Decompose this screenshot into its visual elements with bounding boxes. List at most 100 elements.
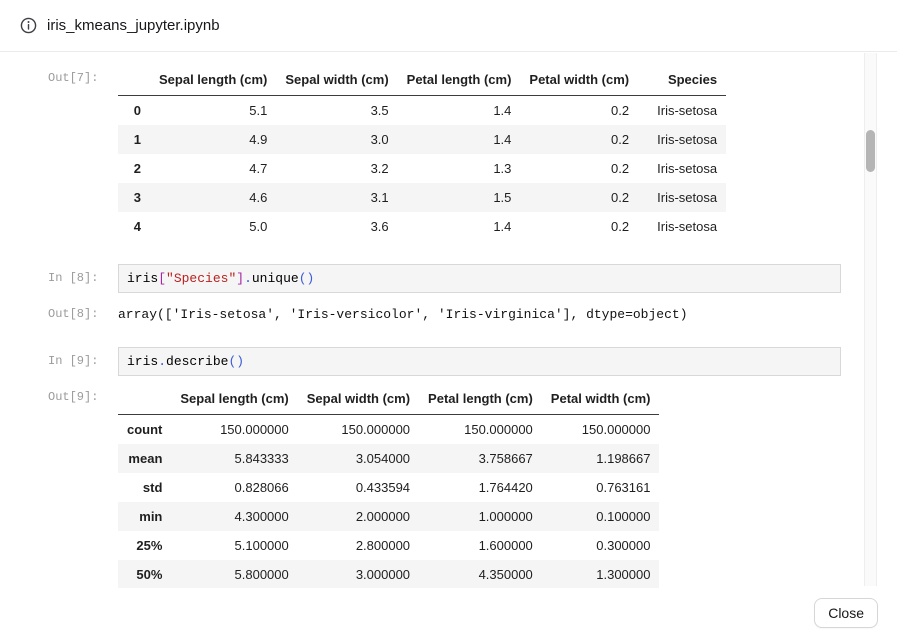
table-cell: 3.000000 <box>298 560 419 588</box>
code-token: . <box>244 271 252 286</box>
out8-prompt: Out[8]: <box>48 300 118 321</box>
row-index: 4 <box>118 212 150 241</box>
table-cell: 0.763161 <box>542 473 660 502</box>
table-cell: 3.2 <box>276 154 397 183</box>
row-index: 2 <box>118 154 150 183</box>
table-cell: 1.5 <box>398 183 521 212</box>
in8-content: iris["Species"].unique() <box>118 264 897 293</box>
column-header: Sepal length (cm) <box>150 64 276 96</box>
code-token: iris <box>127 354 158 369</box>
table-cell: 5.843333 <box>171 444 297 473</box>
table-cell: 4.350000 <box>419 560 542 588</box>
table-cell: 0.2 <box>520 183 638 212</box>
table-cell: 150.000000 <box>419 415 542 445</box>
out8-content: array(['Iris-setosa', 'Iris-versicolor',… <box>118 300 897 322</box>
table-cell: 1.4 <box>398 96 521 126</box>
table-cell: 150.000000 <box>542 415 660 445</box>
table-row: 14.93.01.40.2Iris-setosa <box>118 125 726 154</box>
row-index: 25% <box>118 531 171 560</box>
table-cell: 3.1 <box>276 183 397 212</box>
table-cell: 1.4 <box>398 125 521 154</box>
table-cell: 0.2 <box>520 96 638 126</box>
out8-cell: Out[8]:array(['Iris-setosa', 'Iris-versi… <box>48 300 897 322</box>
table-header-row: Sepal length (cm)Sepal width (cm)Petal l… <box>118 64 726 96</box>
code-token: [ <box>158 271 166 286</box>
code-token: iris <box>127 271 158 286</box>
close-button[interactable]: Close <box>814 598 878 628</box>
column-header: Petal width (cm) <box>520 64 638 96</box>
table-row: count150.000000150.000000150.000000150.0… <box>118 415 659 445</box>
code-token: unique <box>252 271 299 286</box>
table-cell: 3.054000 <box>298 444 419 473</box>
row-index: std <box>118 473 171 502</box>
table-cell: 4.300000 <box>171 502 297 531</box>
table-cell: 2.800000 <box>298 531 419 560</box>
table-cell: Iris-setosa <box>638 183 726 212</box>
table-cell: 0.433594 <box>298 473 419 502</box>
code-token: ] <box>236 271 244 286</box>
table-cell: Iris-setosa <box>638 125 726 154</box>
table-row: 24.73.21.30.2Iris-setosa <box>118 154 726 183</box>
out9-prompt: Out[9]: <box>48 383 118 404</box>
column-header: Sepal width (cm) <box>298 383 419 415</box>
table-cell: 1.600000 <box>419 531 542 560</box>
code-token: ( <box>299 271 307 286</box>
table-row: 34.63.11.50.2Iris-setosa <box>118 183 726 212</box>
notebook-preview: Out[7]:Sepal length (cm)Sepal width (cm)… <box>0 53 897 588</box>
table-row: 50%5.8000003.0000004.3500001.300000 <box>118 560 659 588</box>
notebook-cells: Out[7]:Sepal length (cm)Sepal width (cm)… <box>48 64 897 588</box>
table-cell: 0.300000 <box>542 531 660 560</box>
table-cell: 150.000000 <box>298 415 419 445</box>
dialog-header: iris_kmeans_jupyter.ipynb <box>0 0 897 52</box>
table-cell: Iris-setosa <box>638 96 726 126</box>
table-row: 25%5.1000002.8000001.6000000.300000 <box>118 531 659 560</box>
out7-prompt: Out[7]: <box>48 64 118 85</box>
table-header-row: Sepal length (cm)Sepal width (cm)Petal l… <box>118 383 659 415</box>
code-token: "Species" <box>166 271 236 286</box>
out8-text: array(['Iris-setosa', 'Iris-versicolor',… <box>118 300 897 322</box>
table-cell: 1.300000 <box>542 560 660 588</box>
code-token: ) <box>236 354 244 369</box>
table-cell: 3.758667 <box>419 444 542 473</box>
code-token: ) <box>307 271 315 286</box>
scrollbar-thumb[interactable] <box>866 130 875 172</box>
table-row: std0.8280660.4335941.7644200.763161 <box>118 473 659 502</box>
column-header: Sepal width (cm) <box>276 64 397 96</box>
table-cell: 1.198667 <box>542 444 660 473</box>
table-cell: 1.000000 <box>419 502 542 531</box>
table-cell: Iris-setosa <box>638 212 726 241</box>
table-cell: 5.800000 <box>171 560 297 588</box>
table-cell: 0.828066 <box>171 473 297 502</box>
table-cell: 0.2 <box>520 125 638 154</box>
table-cell: 2.000000 <box>298 502 419 531</box>
column-header: Petal length (cm) <box>419 383 542 415</box>
scrollbar-track[interactable] <box>864 53 877 586</box>
table-cell: 150.000000 <box>171 415 297 445</box>
column-header: Petal width (cm) <box>542 383 660 415</box>
table-row: 45.03.61.40.2Iris-setosa <box>118 212 726 241</box>
table-cell: 0.100000 <box>542 502 660 531</box>
out9-table: Sepal length (cm)Sepal width (cm)Petal l… <box>118 383 659 588</box>
row-index: 50% <box>118 560 171 588</box>
code-token: . <box>158 354 166 369</box>
column-header <box>118 383 171 415</box>
table-cell: 5.100000 <box>171 531 297 560</box>
table-cell: 3.5 <box>276 96 397 126</box>
in9-cell: In [9]:iris.describe() <box>48 347 897 376</box>
column-header <box>118 64 150 96</box>
row-index: min <box>118 502 171 531</box>
table-cell: 5.0 <box>150 212 276 241</box>
row-index: count <box>118 415 171 445</box>
in8-cell: In [8]:iris["Species"].unique() <box>48 264 897 293</box>
file-title: iris_kmeans_jupyter.ipynb <box>47 17 220 34</box>
table-cell: 1.4 <box>398 212 521 241</box>
table-row: 05.13.51.40.2Iris-setosa <box>118 96 726 126</box>
table-cell: 5.1 <box>150 96 276 126</box>
table-cell: 4.9 <box>150 125 276 154</box>
table-cell: 0.2 <box>520 212 638 241</box>
table-cell: 3.0 <box>276 125 397 154</box>
table-cell: 3.6 <box>276 212 397 241</box>
table-row: min4.3000002.0000001.0000000.100000 <box>118 502 659 531</box>
column-header: Petal length (cm) <box>398 64 521 96</box>
out9-cell: Out[9]:Sepal length (cm)Sepal width (cm)… <box>48 383 897 588</box>
